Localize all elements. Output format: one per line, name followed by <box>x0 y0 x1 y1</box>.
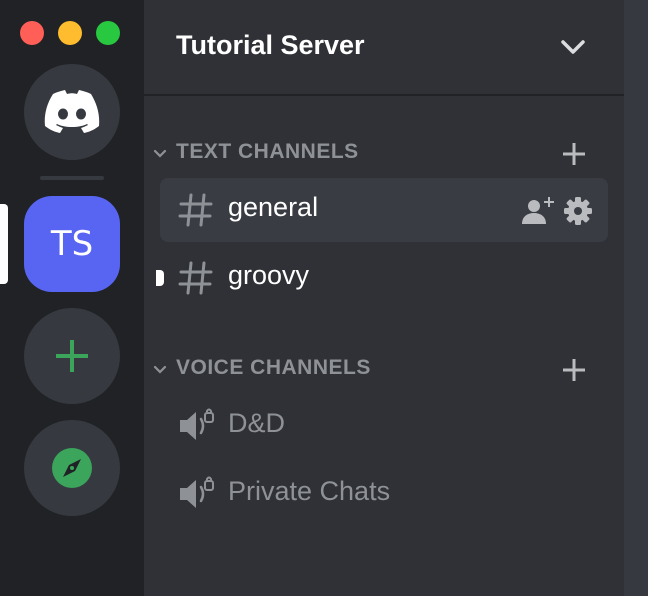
server-initials: TS <box>50 224 94 264</box>
channel-actions <box>520 196 593 226</box>
compass-icon <box>52 448 92 488</box>
plus-icon <box>56 340 88 372</box>
category-voice-channels[interactable]: VOICE CHANNELS <box>144 350 624 390</box>
channel-name: groovy <box>228 260 310 290</box>
window-zoom-button[interactable] <box>96 21 120 45</box>
chat-area-edge <box>624 0 648 596</box>
server-header[interactable]: Tutorial Server <box>144 0 624 96</box>
category-label: TEXT CHANNELS <box>176 140 359 163</box>
channel-name: Private Chats <box>228 476 391 506</box>
hash-icon <box>178 261 213 295</box>
window-minimize-button[interactable] <box>58 21 82 45</box>
explore-servers-button[interactable] <box>24 420 120 516</box>
channel-sidebar: Tutorial Server TEXT CHANNELS general gr… <box>144 0 624 596</box>
category-text-channels[interactable]: TEXT CHANNELS <box>144 134 624 174</box>
channel-general[interactable]: general <box>160 178 608 242</box>
unread-indicator <box>156 270 164 286</box>
speaker-icon <box>180 476 214 508</box>
create-channel-plus-icon[interactable] <box>560 140 588 168</box>
channel-name: general <box>228 192 319 222</box>
category-label: VOICE CHANNELS <box>176 356 371 379</box>
create-channel-plus-icon[interactable] <box>560 356 588 384</box>
gear-icon[interactable] <box>563 196 593 226</box>
server-name: Tutorial Server <box>176 30 365 60</box>
channel-private-chats[interactable]: Private Chats <box>160 462 608 526</box>
server-tutorial[interactable]: TS <box>24 196 120 292</box>
channel-dnd[interactable]: D&D <box>160 394 608 458</box>
invite-icon[interactable] <box>520 196 556 226</box>
active-server-indicator <box>0 204 8 284</box>
channel-groovy[interactable]: groovy <box>156 246 608 310</box>
channel-name: D&D <box>228 408 286 438</box>
chevron-down-icon <box>153 149 167 158</box>
rail-separator <box>40 176 104 180</box>
server-rail: TS <box>0 0 144 596</box>
add-server-button[interactable] <box>24 308 120 404</box>
home-button[interactable] <box>24 64 120 160</box>
speaker-icon <box>180 408 214 440</box>
discord-logo-icon <box>44 90 100 133</box>
window-close-button[interactable] <box>20 21 44 45</box>
chevron-down-icon <box>561 40 585 54</box>
chevron-down-icon <box>153 365 167 374</box>
hash-icon <box>178 193 213 227</box>
